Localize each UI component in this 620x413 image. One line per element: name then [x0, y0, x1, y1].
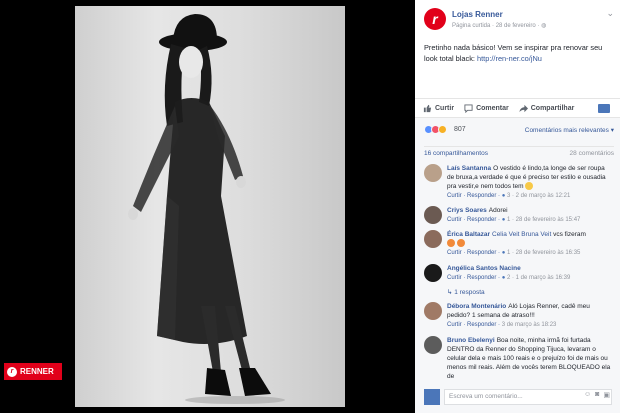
page-avatar[interactable]: r	[424, 8, 446, 30]
comment-time[interactable]: 1 · 28 de fevereiro às 16:35	[507, 250, 580, 256]
reply-link-text: 1 resposta	[454, 289, 485, 296]
comment-body: Angélica Santos Nacine Curtir · Responde…	[447, 264, 612, 283]
shares-row: 16 compartilhamentos 28 comentários	[424, 146, 614, 158]
comment-time[interactable]: · 1 de março às 16:39	[510, 275, 570, 281]
comment-item: Laís Santanna O vestido é lindo,ta longe …	[424, 164, 616, 202]
post-meta: Página curtida · 28 de fevereiro · ◍	[452, 22, 546, 29]
comments-section: 807 Comentários mais relevantes ▾ 16 com…	[415, 118, 620, 413]
comments-count: 28 comentários	[569, 150, 614, 157]
comment-item: Criys Soares Adorei Curtir · Responder · …	[424, 206, 616, 226]
comment-text: vcs fizeram	[551, 231, 586, 238]
comment-actions-links[interactable]: Curtir · Responder ·	[447, 193, 502, 199]
comment-input-icons: ☺ ◙ ▣	[584, 391, 610, 399]
gif-icon[interactable]: ▣	[603, 391, 610, 399]
comment-item: Débora Montenário Aló Lojas Renner, cadê …	[424, 302, 616, 332]
comment-actions-links[interactable]: Curtir · Responder ·	[447, 250, 502, 256]
like-count-icon: ●	[501, 275, 506, 281]
comment-body: Criys Soares Adorei Curtir · Responder · …	[447, 206, 612, 225]
reaction-icons[interactable]	[424, 125, 447, 134]
comment-actions: Curtir · Responder · ● 1 · 28 de feverei…	[447, 216, 612, 225]
commenter-name[interactable]: Érica Baltazar	[447, 231, 490, 238]
renner-watermark: r RENNER	[4, 363, 62, 380]
camera-icon[interactable]: ◙	[595, 391, 599, 399]
avatar	[424, 389, 440, 405]
post-photo[interactable]	[75, 6, 345, 407]
post-link[interactable]: http://ren-ner.co/jNu	[477, 54, 542, 63]
comment-actions: Curtir · Responder · 3 de março às 18:23	[447, 321, 612, 330]
comment-time[interactable]: · 2 de março às 12:21	[510, 193, 570, 199]
comment-actions: Curtir · Responder · ● 1 · 28 de feverei…	[447, 249, 612, 258]
reactions-row: 807 Comentários mais relevantes ▾	[424, 125, 614, 137]
share-icon	[519, 104, 528, 112]
smile-emoji-icon	[525, 182, 534, 191]
post-meta-text: Página curtida · 28 de fevereiro ·	[452, 23, 542, 29]
avatar[interactable]	[424, 264, 442, 282]
commenter-name[interactable]: Débora Montenário	[447, 303, 506, 310]
commenter-name[interactable]: Bruno Ebelenyi	[447, 337, 495, 344]
write-comment-box: Escreva um comentário... ☺ ◙ ▣	[424, 387, 614, 407]
comment-label: Comentar	[476, 104, 509, 112]
commenter-name[interactable]: Criys Soares	[447, 207, 487, 214]
avatar[interactable]	[424, 302, 442, 320]
view-replies-link[interactable]: ↳ 1 resposta	[447, 288, 485, 296]
post-text: Pretinho nada básico! Vem se inspirar pr…	[424, 42, 612, 64]
emoji-icon[interactable]: ☺	[584, 391, 591, 399]
avatar[interactable]	[424, 206, 442, 224]
comment-actions: Curtir · Responder · ● 3 · 2 de março às…	[447, 192, 612, 201]
comment-sort-dropdown[interactable]: Comentários mais relevantes ▾	[525, 126, 614, 134]
wow-reaction-icon	[438, 125, 447, 134]
comment-actions-links[interactable]: Curtir · Responder ·	[447, 275, 502, 281]
page-name-link[interactable]: Lojas Renner	[452, 10, 503, 19]
commenter-name[interactable]: Angélica Santos Nacine	[447, 265, 521, 272]
share-button[interactable]: Compartilhar	[519, 104, 575, 113]
avatar[interactable]	[424, 230, 442, 248]
comment-actions: Curtir · Responder · ● 2 · 1 de março às…	[447, 274, 612, 283]
shares-link[interactable]: 16 compartilhamentos	[424, 150, 488, 157]
avatar[interactable]	[424, 164, 442, 182]
thumbs-up-icon	[423, 104, 432, 112]
comment-actions-links[interactable]: Curtir · Responder ·	[447, 322, 502, 328]
post-header: r Lojas Renner Página curtida · 28 de fe…	[424, 8, 614, 34]
share-label: Compartilhar	[530, 104, 575, 112]
commenter-name[interactable]: Laís Santanna	[447, 165, 491, 172]
renner-badge-text: RENNER	[20, 367, 54, 376]
reaction-count[interactable]: 807	[454, 126, 466, 133]
post-actions-bar: Curtir Comentar Compartilhar	[415, 98, 620, 118]
heart-eyes-emoji-icon	[447, 239, 455, 248]
heart-eyes-emoji-icon	[456, 239, 465, 248]
renner-logo-icon: r	[7, 366, 17, 377]
post-panel: r Lojas Renner Página curtida · 28 de fe…	[415, 0, 620, 413]
like-count-icon: ●	[501, 217, 506, 223]
comment-item: Érica Baltazar Celia Veit Bruna Veit vcs …	[424, 230, 616, 260]
like-label: Curtir	[435, 104, 455, 112]
comment-body: Bruno Ebelenyi Boa noite, minha irmã foi …	[447, 336, 612, 381]
like-count-icon: ●	[501, 193, 506, 199]
like-button[interactable]: Curtir	[423, 104, 454, 113]
audience-selector-icon[interactable]	[598, 104, 610, 113]
comment-text: Adorei	[488, 207, 508, 214]
comment-icon	[464, 103, 473, 113]
comment-button[interactable]: Comentar	[464, 103, 509, 113]
avatar[interactable]	[424, 336, 442, 354]
comment-item: Bruno Ebelenyi Boa noite, minha irmã foi …	[424, 336, 616, 386]
comment-body: Laís Santanna O vestido é lindo,ta longe …	[447, 164, 612, 201]
model-illustration	[128, 14, 285, 404]
like-count-icon: ●	[501, 250, 506, 256]
comment-time[interactable]: 3 de março às 18:23	[502, 322, 557, 328]
comment-body: Érica Baltazar Celia Veit Bruna Veit vcs …	[447, 230, 612, 258]
photo-viewer: r RENNER	[0, 0, 415, 413]
globe-icon: ◍	[541, 23, 547, 29]
comment-time[interactable]: 1 · 28 de fevereiro às 15:47	[507, 217, 580, 223]
comment-body: Débora Montenário Aló Lojas Renner, cadê …	[447, 302, 612, 330]
more-options-icon[interactable]: ⌄	[606, 8, 614, 19]
tagged-users[interactable]: Celia Veit Bruna Veit	[492, 231, 551, 238]
comment-item: Angélica Santos Nacine Curtir · Responde…	[424, 264, 616, 286]
comment-actions-links[interactable]: Curtir · Responder ·	[447, 217, 502, 223]
